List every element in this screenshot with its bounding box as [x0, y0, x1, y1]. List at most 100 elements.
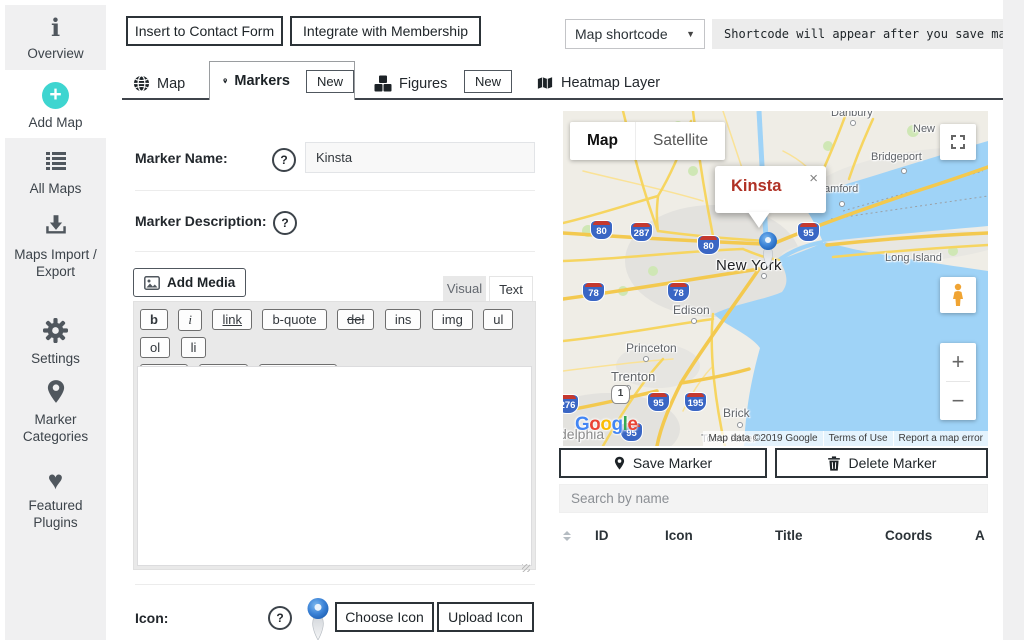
map-marker[interactable] [756, 231, 780, 269]
map-shortcode-select[interactable]: Map shortcode ▼ [565, 19, 705, 49]
route-shield: 80 [698, 236, 719, 254]
icon-label: Icon: [135, 610, 168, 626]
sidebar-item-all-maps[interactable]: All Maps [5, 145, 106, 197]
quicktag-ins[interactable]: ins [385, 309, 422, 330]
sidebar-item-settings[interactable]: Settings [5, 315, 106, 367]
sort-icon[interactable] [563, 531, 571, 541]
gear-icon [5, 318, 106, 348]
map-label: Trenton [611, 369, 655, 384]
quicktag-img[interactable]: img [432, 309, 473, 330]
zoom-out-button[interactable]: − [940, 382, 976, 420]
sidebar-item-label: Overview [27, 46, 83, 61]
plugin-admin-page: i Overview + Add Map All Maps [0, 0, 1024, 640]
save-marker-button[interactable]: Save Marker [559, 448, 767, 478]
add-media-button[interactable]: Add Media [133, 268, 246, 297]
delete-marker-button[interactable]: Delete Marker [775, 448, 988, 478]
zoom-in-button[interactable]: + [940, 343, 976, 381]
choose-icon-button[interactable]: Choose Icon [335, 602, 434, 632]
cubes-icon [374, 75, 392, 92]
route-shield: 80 [591, 221, 612, 239]
tab-map[interactable]: Map [133, 75, 185, 92]
quicktag-bquote[interactable]: b-quote [262, 309, 326, 330]
integrate-membership-button[interactable]: Integrate with Membership [290, 16, 481, 46]
divider [135, 251, 535, 252]
table-header-id[interactable]: ID [595, 528, 609, 543]
sidebar-item-maps-import-export[interactable]: Maps Import / Export [5, 210, 106, 281]
editor-tab-visual[interactable]: Visual [443, 276, 486, 301]
tab-markers[interactable]: Markers New [209, 61, 355, 100]
tab-markers-label: Markers [234, 73, 290, 89]
table-header-title[interactable]: Title [775, 528, 803, 543]
quicktag-i[interactable]: i [178, 309, 202, 331]
route-shield-us: 1 [611, 385, 630, 404]
sidebar-item-label: Maps Import / Export [14, 247, 97, 279]
marker-icon-preview[interactable] [304, 596, 332, 640]
download-icon [5, 214, 106, 244]
map-label: tamford [821, 183, 858, 195]
tab-heatmap-layer[interactable]: Heatmap Layer [536, 75, 660, 91]
table-header-icon[interactable]: Icon [665, 528, 693, 543]
insert-contact-form-button[interactable]: Insert to Contact Form [126, 16, 283, 46]
table-header-actions[interactable]: A [975, 528, 985, 543]
marker-pin-icon [614, 456, 625, 471]
quicktag-ol[interactable]: ol [140, 337, 170, 358]
marker-name-help-icon[interactable]: ? [272, 148, 296, 172]
town-dot [839, 201, 845, 207]
save-marker-label: Save Marker [633, 455, 712, 471]
infowindow-tail [748, 212, 770, 228]
marker-description-textarea[interactable] [137, 366, 532, 566]
tab-figures-label: Figures [399, 76, 447, 92]
upload-icon-button[interactable]: Upload Icon [437, 602, 534, 632]
map-label: Danbury [831, 111, 873, 119]
marker-search-input[interactable] [559, 484, 988, 513]
zoom-control: + − [940, 343, 976, 420]
quicktag-li[interactable]: li [181, 337, 207, 358]
sidebar-item-marker-categories[interactable]: Marker Categories [5, 377, 106, 446]
map-data-text: Map data ©2019 Google [703, 431, 822, 446]
sidebar-item-add-map[interactable]: + Add Map [5, 70, 106, 138]
marker-name-input[interactable] [305, 142, 535, 173]
sidebar-item-label: Featured Plugins [28, 498, 82, 530]
quicktag-del[interactable]: del [337, 309, 374, 330]
table-header-coords[interactable]: Coords [885, 528, 932, 543]
divider [135, 190, 535, 191]
map-type-satellite-button[interactable]: Satellite [635, 122, 725, 160]
sidebar: i Overview + Add Map All Maps [5, 5, 106, 640]
town-dot [737, 422, 743, 428]
pegman-control[interactable] [940, 277, 976, 313]
icon-help-icon[interactable]: ? [268, 606, 292, 630]
page-background-strip [1003, 0, 1024, 640]
close-icon[interactable]: × [809, 170, 818, 187]
town-dot [691, 318, 697, 324]
tab-figures[interactable]: Figures [374, 75, 447, 92]
new-marker-button[interactable]: New [306, 70, 354, 93]
textarea-resize-handle[interactable] [522, 564, 530, 572]
add-media-label: Add Media [167, 275, 235, 290]
info-icon: i [5, 13, 106, 43]
google-map[interactable]: Danbury New Bridgeport tamford New York … [563, 111, 988, 446]
fullscreen-button[interactable] [940, 124, 976, 160]
list-icon [5, 148, 106, 178]
quicktag-b[interactable]: b [140, 309, 168, 330]
report-map-error-link[interactable]: Report a map error [893, 431, 988, 446]
map-attribution: Map data ©2019 Google Terms of Use Repor… [703, 431, 988, 446]
tab-heatmap-label: Heatmap Layer [561, 75, 660, 91]
new-figure-button[interactable]: New [464, 70, 512, 93]
quicktag-link[interactable]: link [212, 309, 252, 330]
sidebar-item-featured-plugins[interactable]: ♥ Featured Plugins [5, 465, 106, 532]
sidebar-item-label: All Maps [30, 181, 82, 196]
marker-description-help-icon[interactable]: ? [273, 211, 297, 235]
sidebar-item-overview[interactable]: i Overview [5, 13, 106, 62]
quicktag-ul[interactable]: ul [483, 309, 513, 330]
map-shortcode-select-value: Map shortcode [575, 26, 668, 42]
folded-map-icon [536, 75, 554, 91]
route-shield: 78 [668, 283, 689, 301]
google-logo[interactable]: Google [575, 414, 637, 436]
terms-of-use-link[interactable]: Terms of Use [823, 431, 893, 446]
editor-tab-text[interactable]: Text [489, 276, 533, 301]
map-label: Princeton [626, 341, 677, 355]
infowindow: Kinsta × [715, 166, 826, 213]
shortcode-output-field[interactable]: Shortcode will appear after you save ma [712, 19, 1003, 49]
map-type-map-button[interactable]: Map [570, 122, 635, 160]
divider [135, 584, 535, 585]
